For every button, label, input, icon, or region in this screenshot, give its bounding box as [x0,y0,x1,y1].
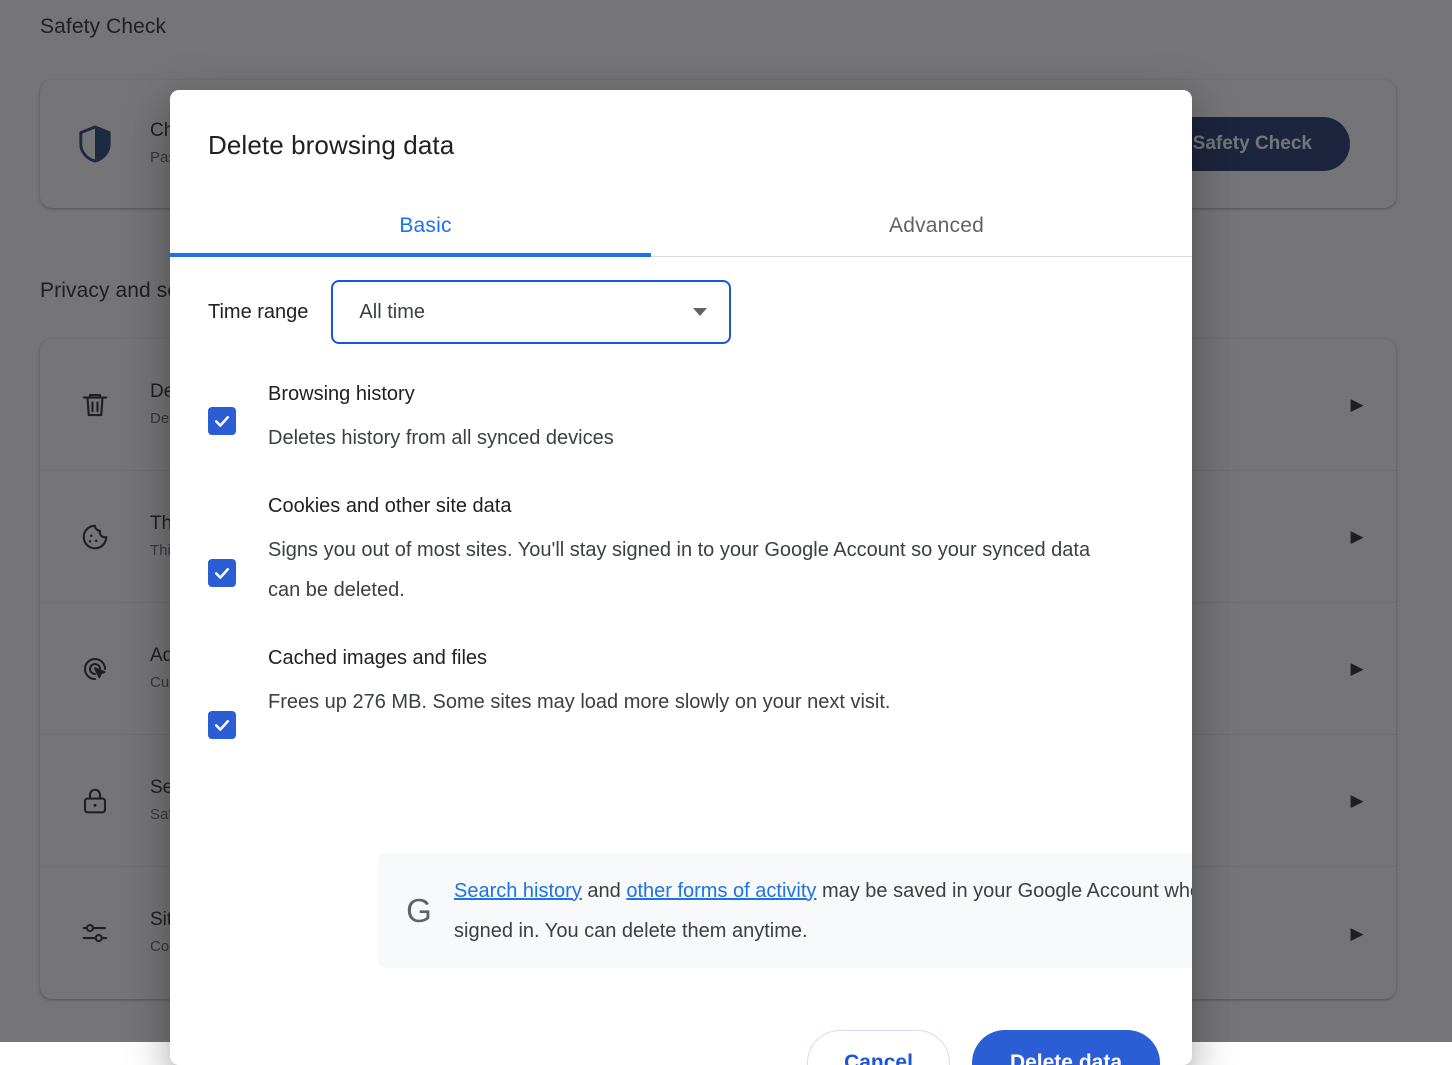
option-subtext: Frees up 276 MB. Some sites may load mor… [268,682,1108,722]
option-subtext: Deletes history from all synced devices [268,418,1108,458]
option-subtext: Signs you out of most sites. You'll stay… [268,530,1108,610]
tab-active-indicator [170,253,651,257]
dialog-tabs: Basic Advanced [170,195,1192,257]
cancel-button[interactable]: Cancel [807,1030,950,1065]
option-texts: Cookies and other site data Signs you ou… [268,492,1154,610]
other-forms-of-activity-link[interactable]: other forms of activity [626,880,816,902]
time-range-label: Time range [208,301,308,324]
option-cookies-and-site-data: Cookies and other site data Signs you ou… [208,492,1154,610]
option-heading: Cached images and files [268,644,1154,672]
info-text-mid: and [582,880,626,902]
google-account-info-text: Search history and other forms of activi… [454,871,1192,951]
delete-browsing-data-dialog: Delete browsing data Basic Advanced Time… [170,90,1192,1065]
option-texts: Browsing history Deletes history from al… [268,380,1154,458]
checkbox-cookies-and-site-data[interactable] [208,559,236,587]
dialog-actions: Cancel Delete data [807,1030,1160,1065]
time-range-row: Time range All time [208,280,731,344]
time-range-select[interactable]: All time [331,280,731,344]
chevron-down-icon [693,308,707,316]
checkbox-browsing-history[interactable] [208,407,236,435]
option-browsing-history: Browsing history Deletes history from al… [208,380,1154,458]
tab-advanced[interactable]: Advanced [681,195,1192,257]
delete-data-button[interactable]: Delete data [972,1030,1160,1065]
option-texts: Cached images and files Frees up 276 MB.… [268,644,1154,739]
google-account-info-box: G Search history and other forms of acti… [378,853,1192,968]
settings-page: Safety Check Chrome can help keep you sa… [0,0,1452,1042]
tab-basic[interactable]: Basic [170,195,681,257]
time-range-value: All time [359,301,693,324]
option-heading: Cookies and other site data [268,492,1154,520]
option-cached-images-and-files: Cached images and files Frees up 276 MB.… [208,644,1154,739]
checkbox-cached-images-and-files[interactable] [208,711,236,739]
google-g-icon: G [398,892,440,930]
dialog-title: Delete browsing data [208,130,454,161]
option-heading: Browsing history [268,380,1154,408]
search-history-link[interactable]: Search history [454,880,582,902]
